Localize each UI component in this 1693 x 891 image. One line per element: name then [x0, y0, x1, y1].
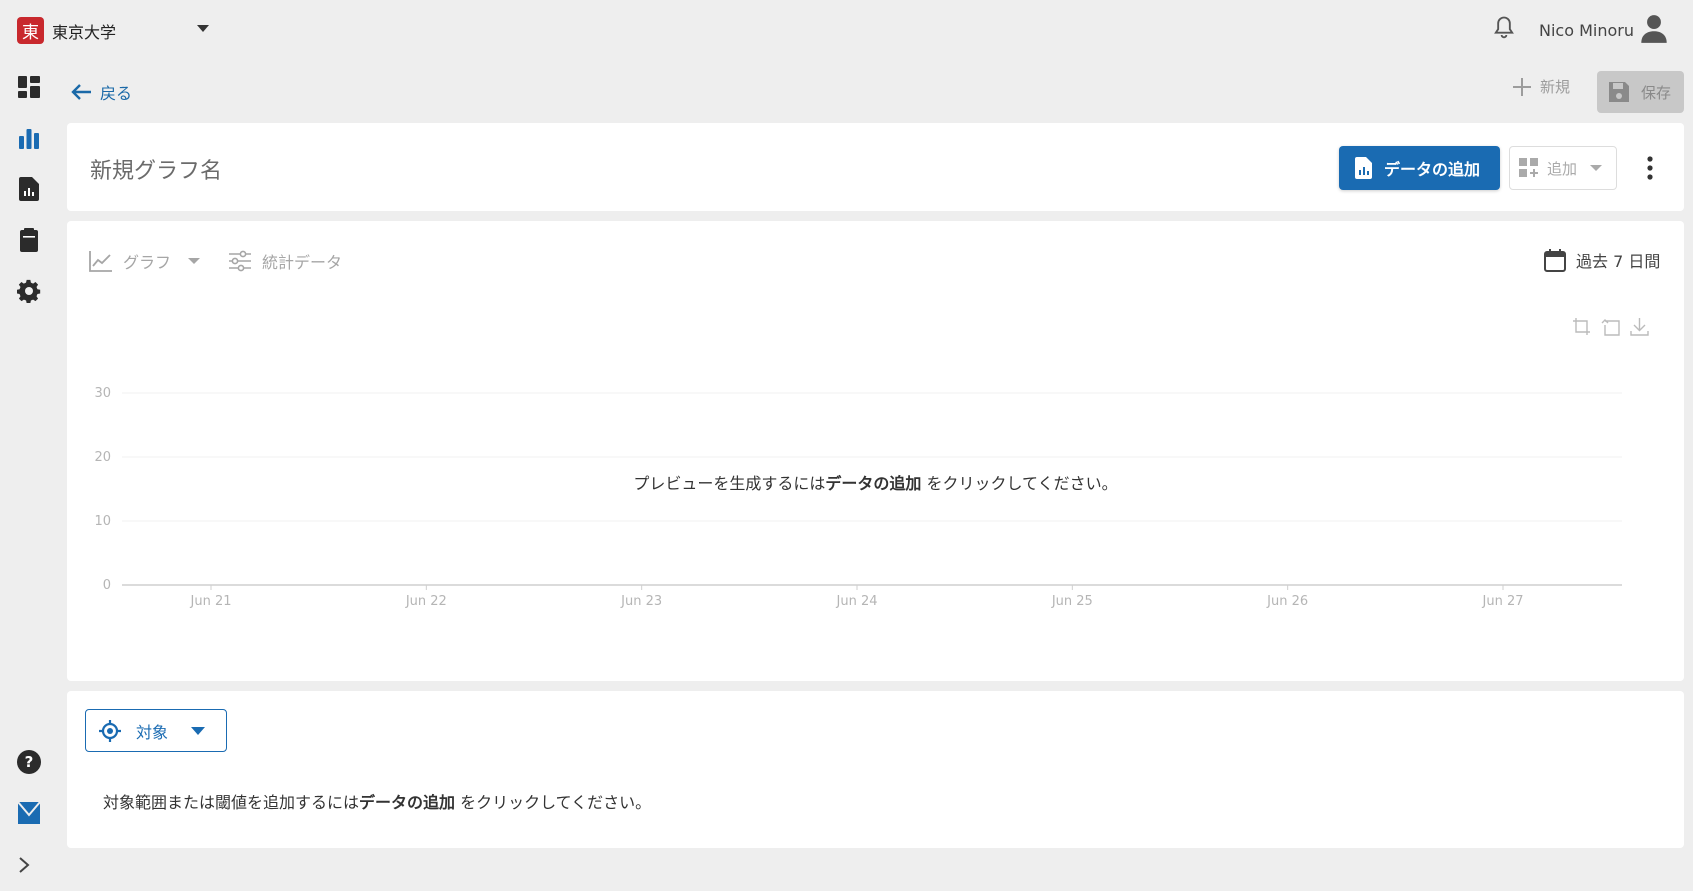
chart-empty-message: プレビューを生成するにはデータの追加 をクリックしてください。	[67, 470, 1684, 494]
save-label: 保存	[1641, 83, 1672, 102]
chart-toolbox	[1572, 317, 1649, 336]
chart-area: 0 10 20 30 Jun 21 Jun 22 Jun 23 Jun 24 Jun 25 Jun…	[94, 386, 1622, 609]
add-widget-dropdown[interactable]: 追加	[1509, 146, 1617, 190]
floppy-disk-icon	[1609, 82, 1629, 102]
undo-icon[interactable]	[1601, 317, 1620, 336]
chart-message-bold: データの追加	[825, 474, 922, 493]
x-tick-label: Jun 23	[620, 594, 662, 609]
dashboard-icon[interactable]	[15, 73, 43, 101]
target-label: 対象	[136, 722, 169, 742]
org-selector[interactable]: 東 東京大学	[17, 17, 116, 44]
y-tick-label: 10	[94, 514, 111, 529]
bell-icon[interactable]	[1490, 14, 1518, 42]
org-name: 東京大学	[52, 22, 117, 42]
org-logo: 東	[17, 17, 44, 44]
chevron-down-icon	[188, 258, 201, 264]
date-range-label: 過去 7 日間	[1576, 252, 1661, 271]
target-card: 対象 対象範囲または閾値を追加するにはデータの追加 をクリックしてください。	[67, 691, 1684, 848]
statistics-button[interactable]: 統計データ	[228, 249, 342, 273]
graph-type-dropdown[interactable]: グラフ	[89, 249, 201, 273]
chart-message-suffix: をクリックしてください。	[921, 474, 1118, 493]
x-tick-label: Jun 21	[190, 594, 232, 609]
gear-icon[interactable]	[15, 277, 43, 305]
help-icon[interactable]: ?	[15, 748, 43, 776]
bar-chart-icon[interactable]	[15, 124, 43, 152]
add-data-label: データの追加	[1384, 160, 1481, 179]
user-icon[interactable]	[1640, 14, 1668, 44]
crosshair-icon	[99, 719, 121, 742]
target-message-suffix: をクリックしてください。	[455, 793, 652, 812]
y-tick-label: 0	[103, 578, 111, 593]
back-label: 戻る	[100, 84, 133, 103]
back-button[interactable]: 戻る	[70, 80, 132, 104]
y-tick-label: 30	[94, 386, 111, 401]
x-tick-label: Jun 25	[1051, 594, 1093, 609]
new-button[interactable]: 新規	[1512, 76, 1570, 97]
graph-title-card: 新規グラフ名 データの追加 追加	[67, 123, 1684, 211]
new-label: 新規	[1540, 78, 1571, 96]
x-tick-label: Jun 24	[836, 594, 878, 609]
download-icon[interactable]	[1630, 317, 1649, 336]
target-message-prefix: 対象範囲または閾値を追加するには	[103, 793, 360, 812]
calendar-icon	[1544, 249, 1566, 272]
statistics-label: 統計データ	[262, 253, 343, 272]
more-options-icon[interactable]	[1642, 155, 1658, 181]
crop-icon[interactable]	[1572, 317, 1591, 336]
arrow-left-icon	[71, 84, 91, 100]
y-tick-label: 20	[94, 450, 111, 465]
add-data-button[interactable]: データの追加	[1339, 146, 1500, 190]
user-name[interactable]: Nico Minoru	[1539, 21, 1634, 40]
top-bar: 東 東京大学 Nico Minoru	[0, 0, 1693, 60]
add-widget-label: 追加	[1547, 159, 1578, 178]
chart-message-prefix: プレビューを生成するには	[633, 474, 826, 493]
target-empty-message: 対象範囲または閾値を追加するにはデータの追加 をクリックしてください。	[103, 789, 651, 813]
x-tick-label: Jun 26	[1266, 594, 1308, 609]
report-add-icon	[1355, 157, 1372, 179]
line-chart-icon	[89, 251, 112, 272]
report-icon[interactable]	[15, 175, 43, 203]
x-tick-label: Jun 22	[405, 594, 447, 609]
widget-add-icon	[1519, 158, 1538, 177]
chevron-down-icon	[191, 726, 206, 735]
expand-icon[interactable]	[10, 851, 38, 879]
chevron-down-icon[interactable]	[196, 24, 210, 34]
clipboard-icon[interactable]	[15, 226, 43, 254]
target-message-bold: データの追加	[359, 793, 456, 812]
x-tick-label: Jun 27	[1482, 594, 1524, 609]
svg-text:?: ?	[25, 753, 34, 771]
bookmark-icon[interactable]	[15, 799, 43, 827]
chevron-down-icon	[1590, 165, 1603, 171]
target-dropdown[interactable]: 対象	[85, 709, 227, 752]
sliders-icon	[229, 250, 251, 272]
graph-name-input[interactable]: 新規グラフ名	[90, 153, 222, 185]
chart-card: 0 10 20 30 Jun 21 Jun 22 Jun 23 Jun 24 Jun 25 Jun…	[67, 221, 1684, 681]
date-range-button[interactable]: 過去 7 日間	[1544, 248, 1660, 272]
save-button[interactable]: 保存	[1597, 71, 1684, 113]
graph-type-label: グラフ	[123, 253, 172, 272]
plus-icon	[1513, 77, 1531, 96]
sidebar: ?	[0, 60, 58, 891]
